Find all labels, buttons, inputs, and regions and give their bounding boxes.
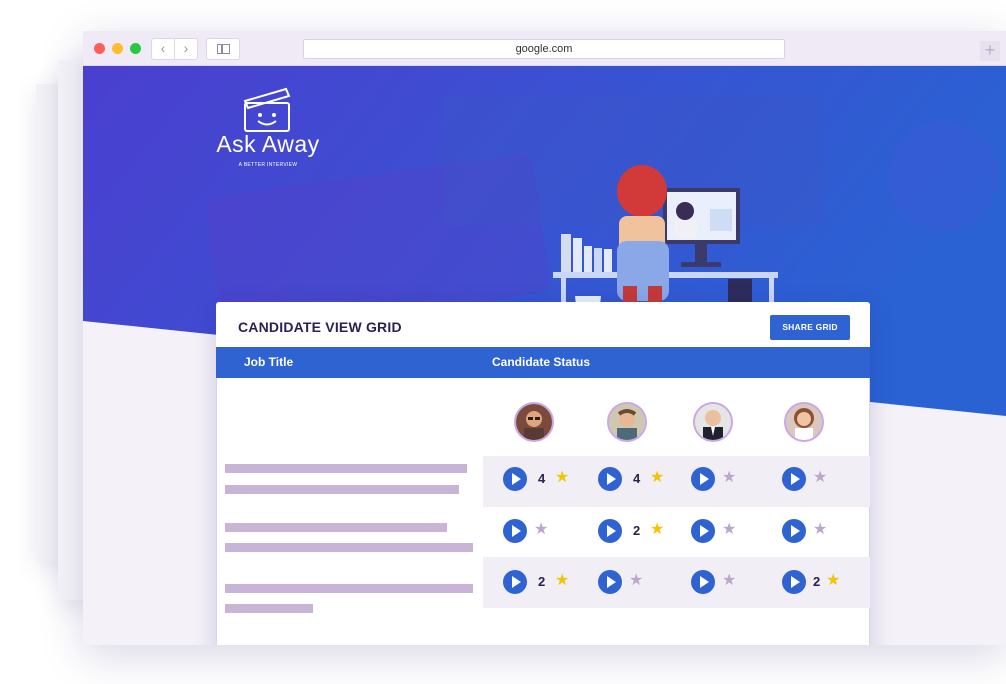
brand-name: Ask Away <box>216 131 320 157</box>
star-rated-icon[interactable]: ★ <box>826 571 840 591</box>
star-rated-icon[interactable]: ★ <box>650 520 664 540</box>
avatar-man-suit-icon[interactable] <box>693 402 733 442</box>
candidate-status-cell: 4 ★ <box>598 467 688 497</box>
browser-titlebar: ‹ › google.com + <box>83 31 1006 66</box>
candidate-status-cell: ★ <box>782 519 870 549</box>
browser-window: ‹ › google.com + Ask Away A BETTER INTER… <box>83 31 1006 645</box>
close-window-icon[interactable] <box>94 43 105 54</box>
play-icon[interactable] <box>598 570 622 594</box>
play-icon[interactable] <box>691 467 715 491</box>
play-icon[interactable] <box>782 519 806 543</box>
address-bar[interactable]: google.com <box>303 39 785 59</box>
star-rated-icon[interactable]: ★ <box>555 468 569 488</box>
forward-button[interactable]: › <box>174 38 198 60</box>
play-icon[interactable] <box>503 467 527 491</box>
star-rated-icon[interactable]: ★ <box>650 468 664 488</box>
candidate-status-cell: 2 ★ <box>598 519 688 549</box>
star-unrated-icon[interactable]: ★ <box>722 468 736 488</box>
rating-score: 4 <box>633 471 641 486</box>
rating-score: 4 <box>538 471 546 486</box>
column-header-candidate-status: Candidate Status <box>492 355 591 369</box>
sidebar-toggle-button[interactable] <box>206 38 240 60</box>
candidate-status-cell: ★ <box>782 467 870 497</box>
avatar-man-smiling-icon[interactable] <box>607 402 647 442</box>
play-icon[interactable] <box>691 519 715 543</box>
star-unrated-icon[interactable]: ★ <box>534 520 548 540</box>
candidate-status-cell: ★ <box>598 570 688 600</box>
star-unrated-icon[interactable]: ★ <box>813 468 827 488</box>
candidate-status-cell: ★ <box>691 570 781 600</box>
play-icon[interactable] <box>503 570 527 594</box>
candidate-status-cell: ★ <box>503 519 593 549</box>
brand-tagline: A BETTER INTERVIEW <box>238 162 298 168</box>
candidate-status-cell: ★ <box>691 519 781 549</box>
star-unrated-icon[interactable]: ★ <box>813 520 827 540</box>
job-title-placeholder[interactable] <box>225 584 483 624</box>
star-unrated-icon[interactable]: ★ <box>722 520 736 540</box>
play-icon[interactable] <box>782 570 806 594</box>
star-unrated-icon[interactable]: ★ <box>722 571 736 591</box>
new-tab-button[interactable]: + <box>980 41 1000 61</box>
back-button[interactable]: ‹ <box>151 38 175 60</box>
table-body: 4 ★ 4 ★ ★ ★ ★ 2 ★ ★ ★ 2 ★ ★ ★ 2 ★ <box>216 378 870 645</box>
card-title: CANDIDATE VIEW GRID <box>238 319 402 335</box>
rating-score: 2 <box>633 523 641 538</box>
page-content: Ask Away A BETTER INTERVIEW CANDIDATE VI… <box>83 66 1006 645</box>
star-rated-icon[interactable]: ★ <box>555 571 569 591</box>
avatar-woman-icon[interactable] <box>784 402 824 442</box>
job-title-placeholder[interactable] <box>225 523 483 563</box>
rating-score: 2 <box>538 574 546 589</box>
minimize-window-icon[interactable] <box>112 43 123 54</box>
candidate-status-cell: 2 ★ <box>782 570 870 600</box>
play-icon[interactable] <box>691 570 715 594</box>
play-icon[interactable] <box>782 467 806 491</box>
job-title-placeholder[interactable] <box>225 464 483 504</box>
candidate-status-cell: 2 ★ <box>503 570 593 600</box>
table-header: Job Title Candidate Status <box>216 347 870 378</box>
brand-logo[interactable]: Ask Away A BETTER INTERVIEW <box>213 91 323 176</box>
column-header-job-title: Job Title <box>244 355 294 369</box>
share-grid-button[interactable]: SHARE GRID <box>770 315 850 340</box>
candidate-status-cell: 4 ★ <box>503 467 593 497</box>
play-icon[interactable] <box>598 519 622 543</box>
play-icon[interactable] <box>598 467 622 491</box>
avatar-man-glasses-icon[interactable] <box>514 402 554 442</box>
star-unrated-icon[interactable]: ★ <box>629 571 643 591</box>
play-icon[interactable] <box>503 519 527 543</box>
rating-score: 2 <box>813 574 821 589</box>
candidate-status-cell: ★ <box>691 467 781 497</box>
sidebar-icon <box>217 44 230 54</box>
maximize-window-icon[interactable] <box>130 43 141 54</box>
candidate-grid-card: CANDIDATE VIEW GRID SHARE GRID Job Title… <box>216 302 870 645</box>
